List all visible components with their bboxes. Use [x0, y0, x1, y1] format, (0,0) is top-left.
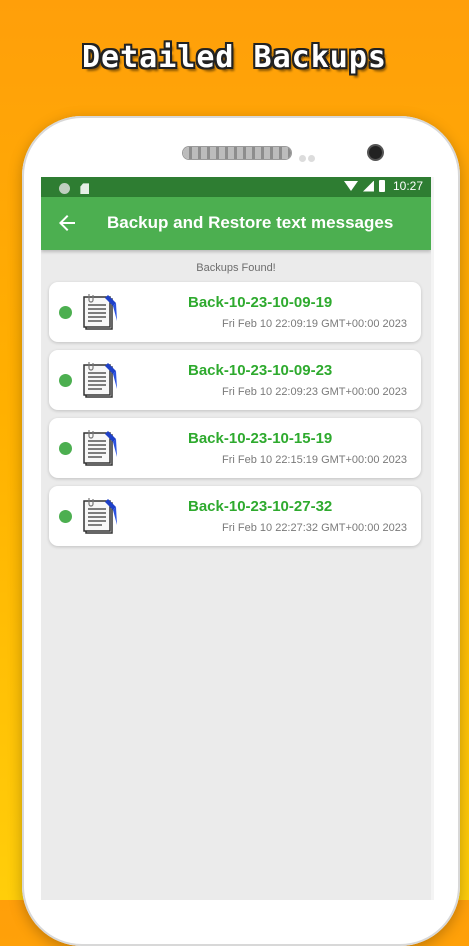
arrow-left-icon [59, 215, 75, 231]
backup-name: Back-10-23-10-09-19 [188, 294, 333, 311]
phone-sensors [299, 149, 319, 162]
status-right-icons: 10:27 [343, 179, 423, 193]
phone-speaker [183, 147, 291, 159]
phone-bezel-right [431, 177, 434, 900]
backups-found-label: Backups Found! [196, 262, 276, 274]
backup-date: Fri Feb 10 22:09:23 GMT+00:00 2023 [222, 386, 407, 398]
promo-headline: Detailed Backups [82, 40, 387, 75]
backup-item[interactable]: Back-10-23-10-09-19 Fri Feb 10 22:09:19 … [49, 282, 421, 342]
status-left-icons [59, 181, 90, 195]
backup-list: Back-10-23-10-09-19 Fri Feb 10 22:09:19 … [41, 282, 431, 546]
backup-item[interactable]: Back-10-23-10-15-19 Fri Feb 10 22:15:19 … [49, 418, 421, 478]
backup-date: Fri Feb 10 22:09:19 GMT+00:00 2023 [222, 318, 407, 330]
backup-date: Fri Feb 10 22:27:32 GMT+00:00 2023 [222, 522, 407, 534]
signal-icon [362, 180, 374, 192]
green-dot-icon [59, 510, 72, 523]
back-button[interactable] [55, 211, 79, 235]
green-dot-icon [59, 442, 72, 455]
phone-camera [369, 146, 382, 159]
backup-name: Back-10-23-10-15-19 [188, 430, 333, 447]
app-bar: Backup and Restore text messages [41, 197, 431, 250]
document-pencil-icon [83, 294, 117, 330]
document-pencil-icon [83, 362, 117, 398]
document-pencil-icon [83, 430, 117, 466]
app-title: Backup and Restore text messages [107, 213, 394, 232]
sd-card-icon [80, 183, 90, 195]
phone-screen: 10:27 Backup and Restore text messages B… [41, 177, 431, 900]
backup-name: Back-10-23-10-27-32 [188, 498, 333, 515]
document-pencil-icon [83, 498, 117, 534]
sync-icon [59, 183, 70, 195]
backup-date: Fri Feb 10 22:15:19 GMT+00:00 2023 [222, 454, 407, 466]
battery-icon [378, 180, 385, 192]
status-bar: 10:27 [41, 177, 431, 197]
backup-name: Back-10-23-10-09-23 [188, 362, 333, 379]
wifi-icon [343, 181, 358, 191]
status-time: 10:27 [392, 179, 423, 193]
green-dot-icon [59, 306, 72, 319]
backup-item[interactable]: Back-10-23-10-09-23 Fri Feb 10 22:09:23 … [49, 350, 421, 410]
backup-item[interactable]: Back-10-23-10-27-32 Fri Feb 10 22:27:32 … [49, 486, 421, 546]
green-dot-icon [59, 374, 72, 387]
